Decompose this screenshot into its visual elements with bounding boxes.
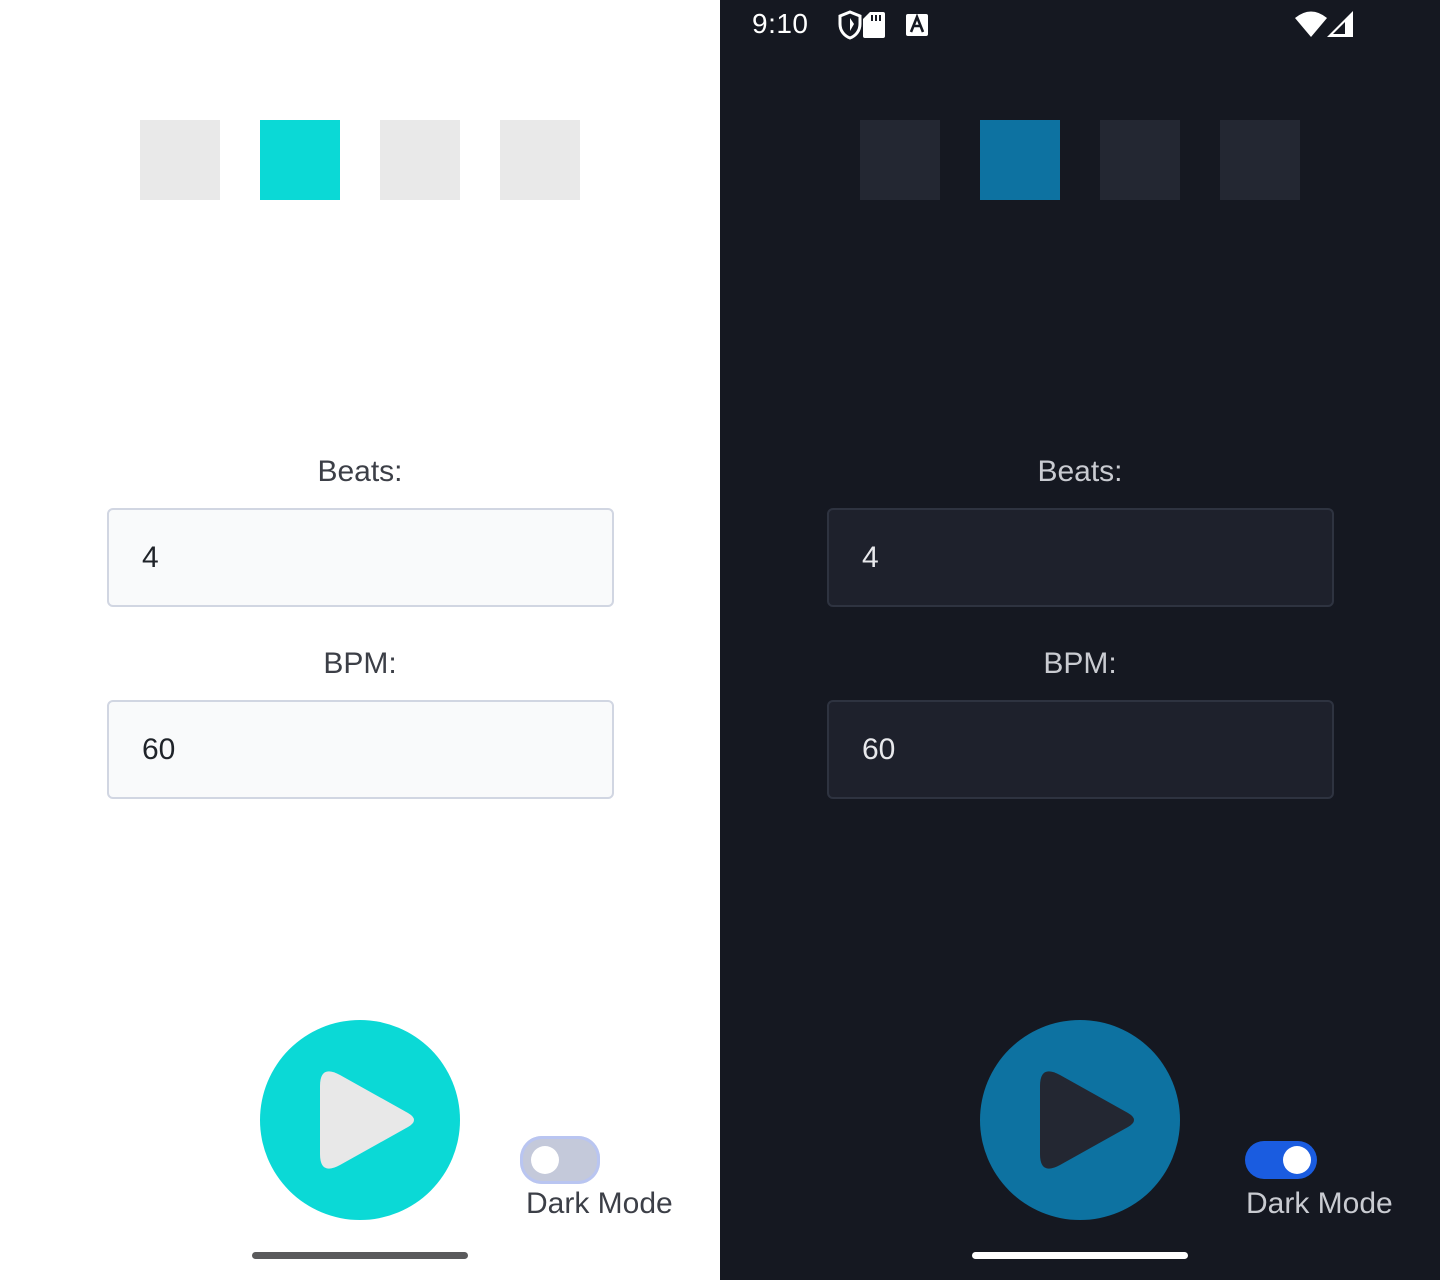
bpm-label: BPM: <box>1043 647 1117 680</box>
dark-mode-toggle-knob[interactable] <box>531 1146 559 1174</box>
beat-indicator-3 <box>380 120 460 200</box>
beats-input[interactable]: 4 <box>107 508 614 607</box>
dark-mode-label: Dark Mode <box>1246 1187 1393 1220</box>
beat-indicator-4 <box>500 120 580 200</box>
beat-indicator-1 <box>860 120 940 200</box>
home-indicator[interactable] <box>972 1252 1188 1259</box>
play-icon <box>1040 1071 1134 1169</box>
play-icon <box>320 1071 414 1169</box>
beats-label: Beats: <box>317 455 403 488</box>
bpm-input[interactable]: 60 <box>827 700 1334 799</box>
sd-card-icon <box>863 12 885 38</box>
beats-label: Beats: <box>1037 455 1123 488</box>
beat-indicator-2 <box>260 120 340 200</box>
beats-input[interactable]: 4 <box>827 508 1334 607</box>
beat-indicator-2 <box>980 120 1060 200</box>
status-bar: 9:10 <box>720 0 1440 48</box>
dark-mode-label: Dark Mode <box>526 1187 673 1220</box>
dark-mode-toggle-knob[interactable] <box>1283 1146 1311 1174</box>
shield-icon <box>838 10 862 40</box>
status-time: 9:10 <box>752 8 809 39</box>
bpm-input[interactable]: 60 <box>107 700 614 799</box>
beat-indicator-3 <box>1100 120 1180 200</box>
bpm-label: BPM: <box>323 647 397 680</box>
home-indicator[interactable] <box>252 1252 468 1259</box>
beat-indicator-1 <box>140 120 220 200</box>
beat-indicator-4 <box>1220 120 1300 200</box>
light-mode-screen: Beats: 4 BPM: 60 Dark Mode <box>0 0 720 1280</box>
play-button[interactable] <box>980 1020 1180 1220</box>
cellular-signal-icon <box>1327 11 1353 37</box>
accessibility-a-icon <box>906 14 928 36</box>
play-button[interactable] <box>260 1020 460 1220</box>
wifi-icon <box>1295 11 1327 37</box>
dark-mode-screen: 9:10 Beats: 4 BPM: 60 Dark Mode <box>720 0 1440 1280</box>
